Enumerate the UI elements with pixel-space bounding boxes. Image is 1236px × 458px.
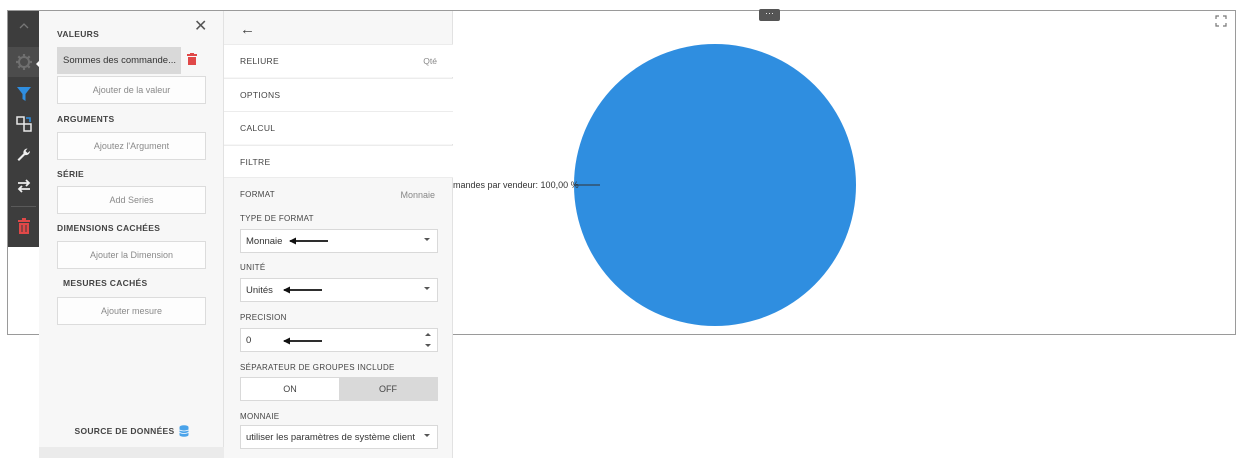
- value-item[interactable]: Sommes des commande...: [57, 47, 181, 74]
- format-type-value: Monnaie: [246, 235, 283, 247]
- pie-chart-area: ··· mandes par vendeur: 100,00 %: [453, 9, 1235, 334]
- add-dimension-button[interactable]: Ajouter la Dimension: [57, 241, 206, 269]
- filter-row-label: FILTRE: [240, 156, 271, 167]
- unit-value: Unités: [246, 284, 273, 296]
- swap-arrows-icon: [17, 179, 30, 193]
- filter-icon: [16, 87, 31, 101]
- format-type-label: TYPE DE FORMAT: [240, 214, 314, 223]
- toolbar-divider: [11, 206, 36, 207]
- pie-slice[interactable]: [574, 44, 856, 326]
- add-measure-button[interactable]: Ajouter mesure: [57, 297, 206, 325]
- annotation-arrow: [283, 286, 322, 294]
- swap-button[interactable]: [8, 171, 39, 201]
- hidden-measures-title: MESURES CACHÉS: [63, 278, 148, 288]
- values-title: VALEURS: [57, 29, 100, 39]
- arguments-title: ARGUMENTS: [57, 114, 115, 124]
- binding-row[interactable]: RELIURE Qté: [224, 44, 453, 77]
- close-icon[interactable]: ✕: [194, 19, 207, 35]
- data-source-label: SOURCE DE DONNÉES: [74, 426, 175, 436]
- convert-button[interactable]: [8, 109, 39, 139]
- format-type-select[interactable]: Monnaie: [240, 229, 438, 253]
- format-value: Monnaie: [400, 190, 435, 200]
- filter-button[interactable]: [8, 79, 39, 109]
- spinner-icon[interactable]: [424, 332, 432, 348]
- dropdown-caret-icon: [424, 238, 430, 241]
- trash-icon[interactable]: [187, 53, 197, 65]
- hidden-dimensions-title: DIMENSIONS CACHÉES: [57, 223, 161, 233]
- unit-label: UNITÉ: [240, 263, 266, 272]
- binding-row-value: Qté: [423, 56, 437, 66]
- chevron-up-icon: [19, 23, 28, 29]
- calculation-row[interactable]: CALCUL: [224, 111, 453, 144]
- precision-label: PRECISION: [240, 313, 287, 322]
- binding-row-label: RELIURE: [240, 56, 279, 66]
- pie-slice-label: mandes par vendeur: 100,00 %: [453, 180, 579, 190]
- settings-button[interactable]: [8, 47, 39, 77]
- group-separator-toggle[interactable]: ON OFF: [240, 377, 438, 401]
- toggle-on-button[interactable]: ON: [241, 378, 339, 400]
- panel-bottom-strip: [39, 447, 224, 458]
- options-panel: ← RELIURE Qté OPTIONS CALCUL FILTRE FORM…: [224, 11, 453, 458]
- precision-value: 0: [246, 334, 252, 346]
- data-source-button[interactable]: SOURCE DE DONNÉES: [39, 425, 224, 437]
- item-toolbar: [8, 11, 39, 247]
- gear-icon: [15, 54, 32, 70]
- back-arrow-icon[interactable]: ←: [240, 22, 255, 37]
- dropdown-caret-icon: [424, 287, 430, 290]
- currency-label: MONNAIE: [240, 412, 280, 421]
- add-value-button[interactable]: Ajouter de la valeur: [57, 76, 206, 104]
- delete-item-button[interactable]: [8, 211, 39, 241]
- currency-value: utiliser les paramètres de système clien…: [246, 431, 415, 443]
- tools-button[interactable]: [8, 140, 39, 170]
- group-separator-label: SÉPARATEUR DE GROUPES INCLUDE: [240, 363, 395, 372]
- annotation-arrow: [289, 237, 328, 245]
- toggle-off-button[interactable]: OFF: [339, 378, 437, 400]
- unit-select[interactable]: Unités: [240, 278, 438, 302]
- filter-row[interactable]: FILTRE: [224, 145, 453, 178]
- pie-chart: [574, 44, 856, 326]
- options-row-label: OPTIONS: [240, 90, 281, 100]
- annotation-arrow: [283, 337, 322, 345]
- format-label: FORMAT: [240, 190, 275, 199]
- calculation-row-label: CALCUL: [240, 123, 276, 133]
- precision-stepper[interactable]: 0: [240, 328, 438, 352]
- options-row[interactable]: OPTIONS: [224, 78, 453, 111]
- binding-panel: VALEURS ✕ Sommes des commande... Ajouter…: [39, 11, 224, 458]
- series-title: SÉRIE: [57, 169, 85, 179]
- dropdown-caret-icon: [424, 434, 430, 437]
- trash-icon: [17, 218, 30, 234]
- add-series-button[interactable]: Add Series: [57, 186, 206, 214]
- wrench-icon: [17, 148, 30, 161]
- collapse-button[interactable]: [8, 11, 39, 41]
- currency-select[interactable]: utiliser les paramètres de système clien…: [240, 425, 438, 449]
- convert-icon: [15, 116, 32, 132]
- database-icon: [178, 425, 189, 437]
- add-argument-button[interactable]: Ajoutez l'Argument: [57, 132, 206, 160]
